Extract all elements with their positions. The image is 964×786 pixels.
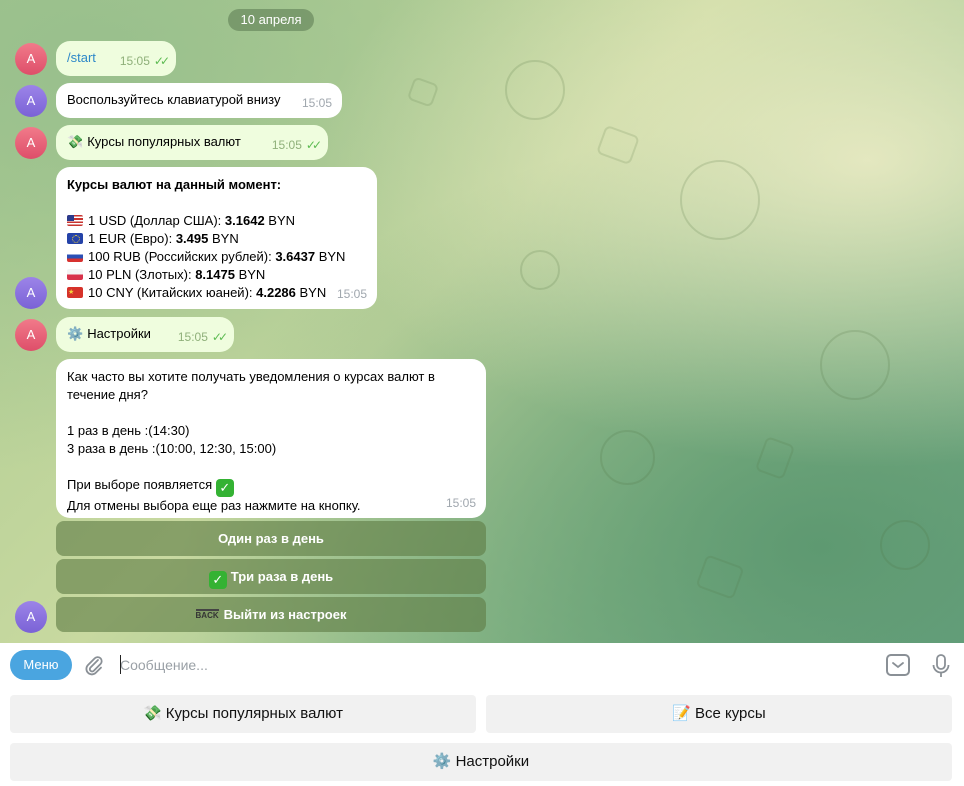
- doodle-decoration: [520, 250, 560, 290]
- read-checks-icon: ✓✓: [211, 330, 228, 344]
- green-check-icon: ✓: [215, 479, 234, 497]
- settings-text-line: Для отмены выбора еще раз нажмите на кно…: [67, 498, 361, 513]
- settings-option-thrice: 3 раза в день :(10:00, 12:30, 15:00): [67, 441, 277, 456]
- message-time: 15:05: [301, 96, 332, 110]
- memo-icon: 📝: [672, 705, 691, 722]
- message-incoming-settings[interactable]: Как часто вы хотите получать уведомления…: [56, 359, 486, 518]
- message-incoming-rates[interactable]: Курсы валют на данный момент: 1 USD (Дол…: [56, 167, 377, 309]
- settings-text-line: Как часто вы хотите получать уведомления…: [67, 369, 435, 384]
- message-text: Настройки: [87, 326, 151, 341]
- microphone-icon[interactable]: [930, 653, 952, 679]
- reply-keyboard: 💸 Курсы популярных валют 📝 Все курсы ⚙️ Нас…: [0, 689, 964, 786]
- text-caret: [120, 655, 121, 674]
- doodle-decoration: [600, 430, 655, 485]
- menu-button[interactable]: Меню: [10, 650, 72, 680]
- doodle-decoration: [680, 160, 760, 240]
- eu-flag-icon: [67, 233, 83, 244]
- green-check-icon: ✓: [208, 571, 227, 589]
- money-wings-icon: 💸: [143, 705, 162, 722]
- inline-button-once-a-day[interactable]: Один раз в день: [56, 521, 486, 556]
- pl-flag-icon: [67, 269, 83, 280]
- reply-button-all-rates[interactable]: 📝 Все курсы: [486, 695, 952, 733]
- rate-row-usd: 1 USD (Доллар США): 3.1642 BYN: [67, 212, 366, 230]
- keyboard-toggle-icon[interactable]: [886, 654, 910, 676]
- back-arrow-icon: BACK: [195, 609, 219, 620]
- message-time: 15:05 ✓✓: [177, 330, 228, 344]
- message-text: Воспользуйтесь клавиатурой внизу: [67, 92, 281, 107]
- start-command-link[interactable]: /start: [67, 50, 96, 65]
- message-time: 15:05: [445, 496, 476, 510]
- message-outgoing[interactable]: /start 15:05 ✓✓: [56, 41, 176, 76]
- message-input[interactable]: [120, 653, 820, 677]
- bot-avatar[interactable]: A: [15, 601, 47, 633]
- bot-avatar[interactable]: A: [15, 85, 47, 117]
- doodle-decoration: [595, 124, 641, 166]
- message-time: 15:05 ✓✓: [271, 138, 322, 152]
- doodle-decoration: [820, 330, 890, 400]
- doodle-decoration: [695, 554, 745, 600]
- message-incoming[interactable]: Воспользуйтесь клавиатурой внизу 15:05: [56, 83, 342, 118]
- inline-button-three-times-a-day[interactable]: ✓ Три раза в день: [56, 559, 486, 594]
- date-divider: 10 апреля: [228, 9, 314, 31]
- chat-area[interactable]: 10 апреля A /start 15:05 ✓✓ A Воспользуйт…: [0, 0, 964, 643]
- inline-button-exit-settings[interactable]: BACK Выйти из настроек: [56, 597, 486, 632]
- reply-button-popular-rates[interactable]: 💸 Курсы популярных валют: [10, 695, 476, 733]
- message-time: 15:05 ✓✓: [119, 54, 170, 68]
- us-flag-icon: [67, 215, 83, 226]
- message-text: Курсы популярных валют: [87, 134, 241, 149]
- reply-button-settings[interactable]: ⚙️ Настройки: [10, 743, 952, 781]
- rate-row-cny: 10 CNY (Китайских юаней): 4.2286 BYN: [67, 284, 366, 302]
- message-outgoing[interactable]: 💸 Курсы популярных валют 15:05 ✓✓: [56, 125, 328, 160]
- doodle-decoration: [754, 435, 796, 481]
- paperclip-icon[interactable]: [84, 654, 104, 676]
- rate-row-eur: 1 EUR (Евро): 3.495 BYN: [67, 230, 366, 248]
- money-wings-icon: 💸: [67, 134, 84, 149]
- rates-title: Курсы валют на данный момент:: [67, 177, 282, 192]
- user-avatar[interactable]: A: [15, 127, 47, 159]
- user-avatar[interactable]: A: [15, 43, 47, 75]
- message-time: 15:05: [336, 287, 367, 301]
- ru-flag-icon: [67, 251, 83, 262]
- settings-text-line: При выборе появляется ✓: [67, 476, 475, 497]
- read-checks-icon: ✓✓: [305, 138, 322, 152]
- gear-icon: ⚙️: [67, 326, 84, 341]
- message-composer: Меню: [0, 643, 964, 689]
- message-outgoing[interactable]: ⚙️ Настройки 15:05 ✓✓: [56, 317, 234, 352]
- doodle-decoration: [406, 76, 440, 108]
- read-checks-icon: ✓✓: [153, 54, 170, 68]
- doodle-decoration: [505, 60, 565, 120]
- gear-icon: ⚙️: [432, 753, 452, 770]
- user-avatar[interactable]: A: [15, 319, 47, 351]
- cn-flag-icon: [67, 287, 83, 298]
- bot-avatar[interactable]: A: [15, 277, 47, 309]
- rate-row-rub: 100 RUB (Российских рублей): 3.6437 BYN: [67, 248, 366, 266]
- rate-row-pln: 10 PLN (Злотых): 8.1475 BYN: [67, 266, 366, 284]
- doodle-decoration: [880, 520, 930, 570]
- settings-text-line: течение дня?: [67, 387, 148, 402]
- settings-option-once: 1 раз в день :(14:30): [67, 423, 190, 438]
